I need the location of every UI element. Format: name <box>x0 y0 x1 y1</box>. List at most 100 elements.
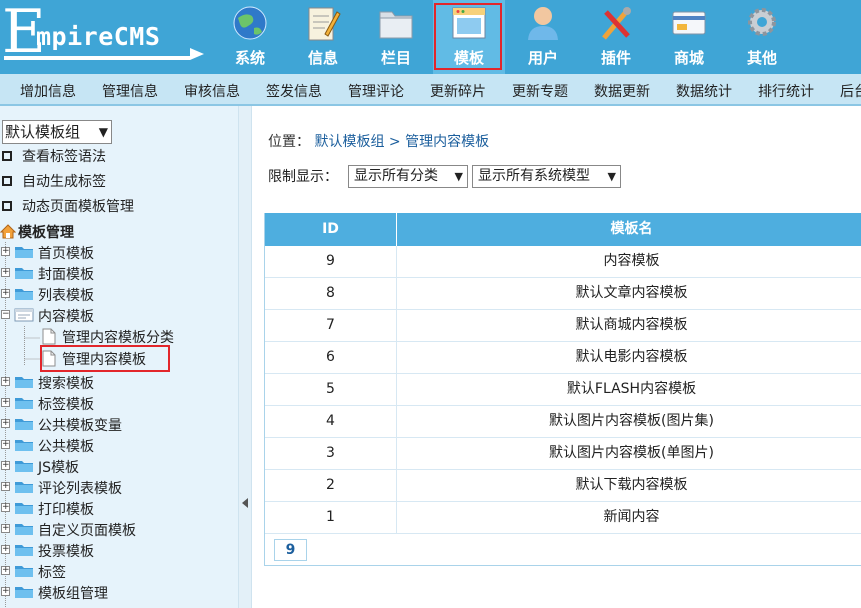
dropdown-arrow-icon: ▼ <box>607 170 616 183</box>
expand-plus-icon[interactable]: + <box>1 524 10 533</box>
card-icon <box>672 11 706 35</box>
cell-template-name[interactable]: 默认商城内容模板 <box>398 310 861 341</box>
filter-label: 限制显示： <box>268 169 338 185</box>
cell-template-name[interactable]: 默认下载内容模板 <box>398 470 861 501</box>
expand-plus-icon[interactable]: + <box>1 461 10 470</box>
expand-plus-icon[interactable]: + <box>1 503 10 512</box>
folder-icon <box>15 566 33 577</box>
submenu-rank-stats[interactable]: 排行统计 <box>758 81 814 101</box>
cell-template-name[interactable]: 默认FLASH内容模板 <box>398 374 861 405</box>
cell-template-name[interactable]: 默认图片内容模板(单图片) <box>398 438 861 469</box>
expand-plus-icon[interactable]: + <box>1 377 10 386</box>
model-filter-select[interactable]: 显示所有系统模型 ▼ <box>472 165 621 188</box>
submenu-review-info[interactable]: 审核信息 <box>184 81 240 101</box>
cell-template-name[interactable]: 新闻内容 <box>398 502 861 533</box>
sub-menu: 增加信息 管理信息 审核信息 签发信息 管理评论 更新碎片 更新专题 数据更新 … <box>0 74 861 106</box>
breadcrumb-prefix: 位置： <box>268 134 310 150</box>
cell-id: 4 <box>265 406 397 437</box>
folder-icon <box>15 247 33 258</box>
expand-plus-icon[interactable]: + <box>1 482 10 491</box>
folder-icon <box>15 377 33 388</box>
table-row: 2 默认下载内容模板 <box>265 470 861 502</box>
nav-column-label: 栏目 <box>380 49 411 67</box>
breadcrumb: 位置： 默认模板组 > 管理内容模板 <box>268 131 489 151</box>
cell-id: 3 <box>265 438 397 469</box>
notepad-pencil-icon <box>308 7 341 41</box>
folder-icon <box>15 587 33 598</box>
collapse-minus-icon[interactable]: − <box>1 310 10 319</box>
folder-icon <box>15 398 33 409</box>
submenu-backend[interactable]: 后台 <box>840 81 861 101</box>
expand-plus-icon[interactable]: + <box>1 268 10 277</box>
cell-id: 2 <box>265 470 397 501</box>
logo-text: mpireCMS <box>36 22 161 51</box>
table-row: 9 内容模板 <box>265 246 861 278</box>
nav-shop[interactable]: 商城 <box>653 0 725 74</box>
cell-template-name[interactable]: 默认文章内容模板 <box>398 278 861 309</box>
submenu-add-info[interactable]: 增加信息 <box>20 81 76 101</box>
nav-plugin-label: 插件 <box>600 49 631 67</box>
table-footer: 9 <box>265 534 861 566</box>
folder-icon <box>15 268 33 279</box>
cell-id: 5 <box>265 374 397 405</box>
template-table: ID 模板名 9 内容模板 8 默认文章内容模板 7 默认商城内容模板 6 默认电影内容… <box>264 213 861 566</box>
nav-column[interactable]: 栏目 <box>360 0 432 74</box>
folder-icon <box>15 503 33 514</box>
nav-template[interactable]: 模板 <box>433 0 505 74</box>
expand-plus-icon[interactable]: + <box>1 566 10 575</box>
folder-icon <box>15 440 33 451</box>
submenu-update-fragments[interactable]: 更新碎片 <box>430 81 486 101</box>
expand-plus-icon[interactable]: + <box>1 247 10 256</box>
cell-template-name[interactable]: 默认电影内容模板 <box>398 342 861 373</box>
expand-plus-icon[interactable]: + <box>1 545 10 554</box>
nav-user-label: 用户 <box>527 49 558 67</box>
dropdown-arrow-icon: ▼ <box>98 125 108 139</box>
expand-plus-icon[interactable]: + <box>1 440 10 449</box>
expand-plus-icon[interactable]: + <box>1 587 10 596</box>
submenu-data-stats[interactable]: 数据统计 <box>676 81 732 101</box>
nav-plugin[interactable]: 插件 <box>580 0 652 74</box>
empirecms-logo: E mpireCMS <box>0 0 210 74</box>
table-row: 6 默认电影内容模板 <box>265 342 861 374</box>
cell-id: 7 <box>265 310 397 341</box>
expand-plus-icon[interactable]: + <box>1 419 10 428</box>
folder-icon <box>15 419 33 430</box>
nav-user[interactable]: 用户 <box>507 0 579 74</box>
window-template-icon <box>452 7 486 39</box>
folder-icon <box>379 11 413 39</box>
nav-shop-label: 商城 <box>673 49 704 67</box>
table-row: 1 新闻内容 <box>265 502 861 534</box>
breadcrumb-path[interactable]: 默认模板组 > 管理内容模板 <box>314 134 489 150</box>
cell-id: 1 <box>265 502 397 533</box>
expand-plus-icon[interactable]: + <box>1 289 10 298</box>
submenu-sign-info[interactable]: 签发信息 <box>266 81 322 101</box>
nav-other[interactable]: 其他 <box>726 0 798 74</box>
globe-icon <box>233 6 267 40</box>
expand-plus-icon[interactable]: + <box>1 398 10 407</box>
column-header-id: ID <box>265 213 397 246</box>
nav-info[interactable]: 信息 <box>287 0 359 74</box>
panel-splitter[interactable] <box>238 106 252 608</box>
submenu-data-update[interactable]: 数据更新 <box>594 81 650 101</box>
collapse-arrow-icon[interactable] <box>242 498 248 508</box>
user-icon <box>528 7 558 40</box>
main-content: 位置： 默认模板组 > 管理内容模板 限制显示： 显示所有分类 ▼ 显示所有系统模… <box>252 106 861 608</box>
cell-template-name[interactable]: 默认图片内容模板(图片集) <box>398 406 861 437</box>
dropdown-arrow-icon: ▼ <box>454 170 463 183</box>
cell-template-name[interactable]: 内容模板 <box>398 246 861 277</box>
category-filter-select[interactable]: 显示所有分类 ▼ <box>348 165 468 188</box>
cell-id: 6 <box>265 342 397 373</box>
folder-icon <box>15 545 33 556</box>
submenu-update-topics[interactable]: 更新专题 <box>512 81 568 101</box>
model-filter-value: 显示所有系统模型 <box>478 168 590 184</box>
folder-icon <box>15 289 33 300</box>
folder-icon <box>15 461 33 472</box>
nav-template-label: 模板 <box>453 49 484 67</box>
top-header: E mpireCMS 系统 信息 栏目 模板 用户 插件 商城 其他 <box>0 0 861 74</box>
nav-system[interactable]: 系统 <box>214 0 286 74</box>
column-header-name: 模板名 <box>610 221 653 237</box>
table-row: 4 默认图片内容模板(图片集) <box>265 406 861 438</box>
submenu-manage-comments[interactable]: 管理评论 <box>348 81 404 101</box>
submenu-manage-info[interactable]: 管理信息 <box>102 81 158 101</box>
sidebar: 默认模板组 ▼ 查看标签语法 自动生成标签 动态页面模板管理 模板管理 + 首页模… <box>0 106 238 608</box>
